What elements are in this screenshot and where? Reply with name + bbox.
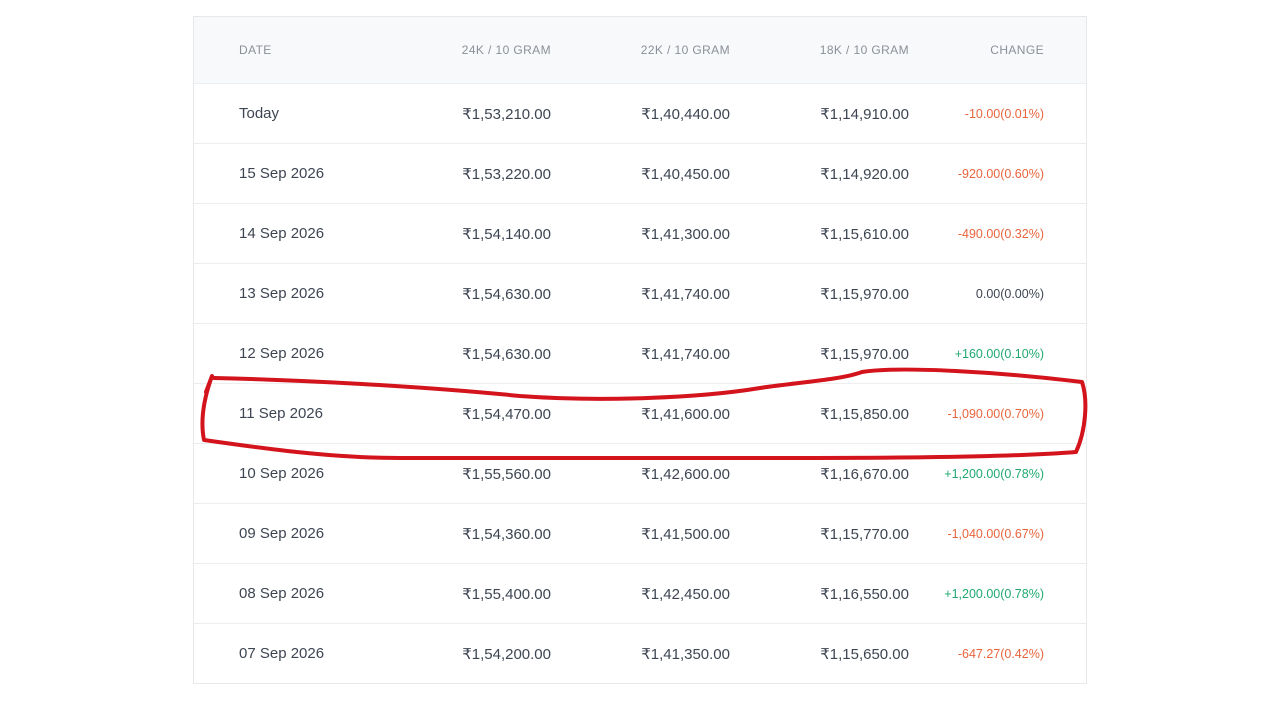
header-18k: 18K / 10 GRAM [819,43,909,57]
cell-18k-price: ₹1,16,550.00 [820,585,909,603]
cell-24k-price: ₹1,55,560.00 [462,465,551,483]
cell-change: -10.00(0.01%) [964,106,1044,121]
table-row: 12 Sep 2026 ₹1,54,630.00 ₹1,41,740.00 ₹1… [194,324,1086,384]
cell-18k-price: ₹1,15,610.00 [820,225,909,243]
cell-change: +1,200.00(0.78%) [944,586,1044,601]
cell-22k-price: ₹1,42,600.00 [641,465,730,483]
cell-24k-price: ₹1,53,210.00 [462,105,551,123]
cell-22k-price: ₹1,41,740.00 [641,285,730,303]
cell-date: 09 Sep 2026 [239,525,325,542]
table-row: 10 Sep 2026 ₹1,55,560.00 ₹1,42,600.00 ₹1… [194,444,1086,504]
cell-change: +1,200.00(0.78%) [944,466,1044,481]
cell-date: 11 Sep 2026 [239,405,323,422]
page: DATE 24K / 10 GRAM 22K / 10 GRAM 18K / 1… [0,0,1280,720]
gold-rates-table: DATE 24K / 10 GRAM 22K / 10 GRAM 18K / 1… [193,16,1087,684]
cell-date: 14 Sep 2026 [239,225,325,242]
table-row: 15 Sep 2026 ₹1,53,220.00 ₹1,40,450.00 ₹1… [194,144,1086,204]
cell-24k-price: ₹1,53,220.00 [462,165,551,183]
cell-change: -490.00(0.32%) [957,226,1044,241]
cell-18k-price: ₹1,14,910.00 [820,105,909,123]
cell-22k-price: ₹1,41,350.00 [641,645,730,663]
cell-18k-price: ₹1,15,650.00 [820,645,909,663]
header-24k: 24K / 10 GRAM [461,43,551,57]
table-row: 08 Sep 2026 ₹1,55,400.00 ₹1,42,450.00 ₹1… [194,564,1086,624]
cell-24k-price: ₹1,54,470.00 [462,405,551,423]
cell-18k-price: ₹1,14,920.00 [820,165,909,183]
cell-22k-price: ₹1,40,440.00 [641,105,730,123]
cell-date: 12 Sep 2026 [239,345,325,362]
cell-24k-price: ₹1,54,630.00 [462,345,551,363]
cell-date: 13 Sep 2026 [239,285,325,302]
cell-change: +160.00(0.10%) [954,346,1044,361]
cell-change: -1,040.00(0.67%) [947,526,1044,541]
cell-change: 0.00(0.00%) [975,286,1044,301]
table-row: 09 Sep 2026 ₹1,54,360.00 ₹1,41,500.00 ₹1… [194,504,1086,564]
cell-date: 15 Sep 2026 [239,165,325,182]
cell-18k-price: ₹1,16,670.00 [820,465,909,483]
cell-22k-price: ₹1,41,500.00 [641,525,730,543]
table-header: DATE 24K / 10 GRAM 22K / 10 GRAM 18K / 1… [194,17,1086,84]
cell-date: 08 Sep 2026 [239,585,325,602]
cell-18k-price: ₹1,15,770.00 [820,525,909,543]
cell-22k-price: ₹1,41,300.00 [641,225,730,243]
cell-change: -920.00(0.60%) [957,166,1044,181]
header-22k: 22K / 10 GRAM [640,43,730,57]
cell-date: 10 Sep 2026 [239,465,325,482]
cell-22k-price: ₹1,42,450.00 [641,585,730,603]
cell-24k-price: ₹1,54,360.00 [462,525,551,543]
table-row: 07 Sep 2026 ₹1,54,200.00 ₹1,41,350.00 ₹1… [194,624,1086,683]
cell-18k-price: ₹1,15,970.00 [820,345,909,363]
cell-18k-price: ₹1,15,850.00 [820,405,909,423]
table-row-highlighted: 11 Sep 2026 ₹1,54,470.00 ₹1,41,600.00 ₹1… [194,384,1086,444]
cell-24k-price: ₹1,55,400.00 [462,585,551,603]
cell-24k-price: ₹1,54,630.00 [462,285,551,303]
cell-22k-price: ₹1,41,600.00 [641,405,730,423]
cell-change: -647.27(0.42%) [957,646,1044,661]
cell-change: -1,090.00(0.70%) [947,406,1044,421]
cell-24k-price: ₹1,54,140.00 [462,225,551,243]
cell-18k-price: ₹1,15,970.00 [820,285,909,303]
table-row: 14 Sep 2026 ₹1,54,140.00 ₹1,41,300.00 ₹1… [194,204,1086,264]
header-date: DATE [239,43,272,57]
table-row: Today ₹1,53,210.00 ₹1,40,440.00 ₹1,14,91… [194,84,1086,144]
cell-22k-price: ₹1,40,450.00 [641,165,730,183]
cell-date: Today [239,105,280,122]
table-row: 13 Sep 2026 ₹1,54,630.00 ₹1,41,740.00 ₹1… [194,264,1086,324]
cell-24k-price: ₹1,54,200.00 [462,645,551,663]
cell-date: 07 Sep 2026 [239,645,325,662]
cell-22k-price: ₹1,41,740.00 [641,345,730,363]
header-change: CHANGE [990,43,1044,57]
